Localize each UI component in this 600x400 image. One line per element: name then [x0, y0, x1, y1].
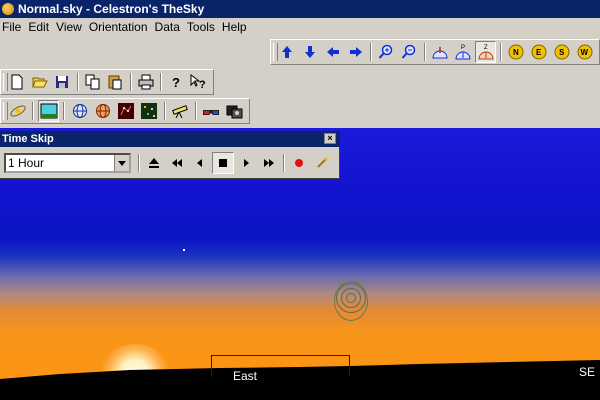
eject-icon[interactable] [143, 152, 165, 174]
navigation-toolbar: P Z N E S W [270, 39, 600, 65]
time-skip-panel: Time Skip × 1 Hour [0, 131, 340, 179]
3d-glasses-icon[interactable] [201, 100, 222, 122]
constellation-icon[interactable] [116, 100, 137, 122]
time-skip-controls [136, 152, 333, 174]
reverse-icon[interactable] [189, 152, 211, 174]
globe-icon[interactable] [92, 100, 113, 122]
move-down-icon[interactable] [300, 41, 321, 63]
photo-gallery-icon[interactable] [224, 100, 245, 122]
svg-text:W: W [580, 48, 588, 57]
horizon-view-icon[interactable] [430, 41, 451, 63]
new-file-icon[interactable] [7, 71, 28, 93]
menu-orientation[interactable]: Orientation [89, 18, 155, 36]
close-icon[interactable]: × [324, 133, 336, 144]
menu-bar: File Edit View Orientation Data Tools He… [0, 18, 600, 36]
svg-text:N: N [513, 48, 519, 57]
svg-text:S: S [559, 48, 565, 57]
toolbar-separator [194, 102, 197, 120]
svg-text:E: E [536, 48, 542, 57]
telescope-icon[interactable] [170, 100, 191, 122]
menu-tools[interactable]: Tools [187, 18, 222, 36]
orbit-icon[interactable] [7, 100, 28, 122]
toolbar-separator [76, 73, 79, 91]
zoom-out-icon[interactable] [399, 41, 420, 63]
chevron-down-icon[interactable] [114, 155, 129, 171]
toolbar-separator [138, 154, 140, 172]
star-field-icon[interactable] [139, 100, 160, 122]
compass-se-label: SE [579, 365, 596, 379]
grid-icon[interactable] [69, 100, 90, 122]
pole-view-icon[interactable]: P [452, 41, 473, 63]
toolbar-area: P Z N E S W ? ? [0, 36, 600, 128]
star[interactable] [183, 249, 185, 251]
window-title-bar[interactable]: Normal.sky - Celestron's TheSky [0, 0, 600, 18]
toolbar-separator [163, 102, 166, 120]
menu-file[interactable]: File [2, 18, 28, 36]
help-icon[interactable]: ? [166, 71, 187, 93]
time-skip-title-bar[interactable]: Time Skip × [0, 131, 340, 147]
svg-text:Z: Z [484, 45, 488, 51]
copy-icon[interactable] [83, 71, 104, 93]
window-title: Normal.sky - Celestron's TheSky [18, 2, 205, 16]
toolbar-separator [63, 102, 66, 120]
print-icon[interactable] [136, 71, 157, 93]
compass-east-label: East [233, 369, 258, 383]
paste-icon[interactable] [105, 71, 126, 93]
menu-view[interactable]: View [56, 18, 89, 36]
menu-edit[interactable]: Edit [28, 18, 56, 36]
toolbar-separator [129, 73, 132, 91]
time-interval-value: 1 Hour [8, 156, 45, 170]
record-icon[interactable] [288, 152, 310, 174]
toolbar-separator [370, 43, 373, 61]
toolbar-separator [32, 102, 35, 120]
look-east-icon[interactable]: E [529, 41, 550, 63]
zoom-in-icon[interactable] [376, 41, 397, 63]
svg-text:P: P [461, 45, 465, 51]
time-interval-select[interactable]: 1 Hour [4, 153, 131, 173]
toolbar-separator [423, 43, 426, 61]
animation-settings-icon[interactable] [311, 152, 333, 174]
compass-east-marker [211, 355, 350, 377]
move-left-icon[interactable] [323, 41, 344, 63]
look-west-icon[interactable]: W [574, 41, 595, 63]
toolbar-separator [283, 154, 285, 172]
fast-reverse-icon[interactable] [166, 152, 188, 174]
display-toolbar [0, 98, 250, 124]
save-icon[interactable] [52, 71, 73, 93]
move-up-icon[interactable] [277, 41, 298, 63]
toolbar-separator [160, 73, 162, 91]
stop-icon[interactable] [212, 152, 234, 174]
time-skip-title: Time Skip [2, 133, 54, 145]
menu-data[interactable]: Data [155, 18, 187, 36]
look-north-icon[interactable]: N [506, 41, 527, 63]
look-south-icon[interactable]: S [552, 41, 573, 63]
sky-display-icon[interactable] [38, 100, 60, 122]
play-icon[interactable] [235, 152, 257, 174]
toolbar-separator [500, 43, 502, 61]
svg-text:?: ? [199, 79, 206, 90]
fast-forward-icon[interactable] [258, 152, 280, 174]
object-target-ring [334, 281, 368, 321]
open-folder-icon[interactable] [30, 71, 51, 93]
svg-text:?: ? [172, 75, 180, 90]
menu-help[interactable]: Help [222, 18, 254, 36]
standard-toolbar: ? ? [0, 69, 214, 95]
move-right-icon[interactable] [345, 41, 366, 63]
app-icon [2, 3, 14, 15]
zenith-view-icon[interactable]: Z [475, 41, 496, 63]
context-help-icon[interactable]: ? [189, 71, 210, 93]
